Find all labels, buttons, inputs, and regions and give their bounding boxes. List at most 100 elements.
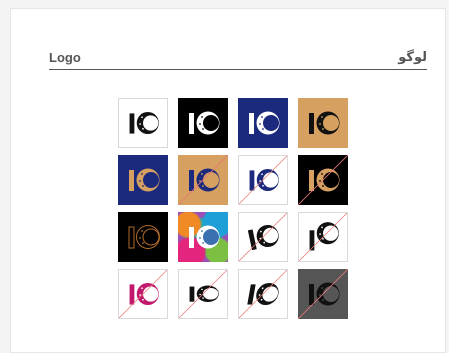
- logo-star-dot: [139, 294, 141, 296]
- incorrect-usage-slash: [298, 155, 348, 205]
- logo-star-dot: [201, 288, 203, 291]
- logo-star-dot: [321, 287, 323, 289]
- logo-mark-icon: [179, 270, 227, 318]
- logo-letter-i: [189, 227, 194, 248]
- logo-star-dot: [201, 230, 203, 232]
- logo-crescent-cutout: [143, 286, 159, 302]
- logo-star-dot: [319, 123, 321, 125]
- logo-star-dot: [141, 116, 143, 119]
- logo-magenta-on-white: [118, 269, 168, 319]
- logo-star-dot: [259, 180, 261, 182]
- logo-letter-i: [129, 113, 135, 134]
- logo-navy-on-white: [238, 155, 288, 205]
- logo-white-on-multicolor: [178, 212, 228, 262]
- logo-crescent-cutout: [323, 225, 339, 241]
- logo-crescent-cutout: [323, 286, 339, 302]
- logo-star-dot: [202, 297, 204, 299]
- logo-star-dot: [141, 230, 143, 232]
- logo-star-dot: [319, 180, 321, 182]
- logo-mark-icon: [298, 155, 348, 205]
- logo-mark-icon: [128, 225, 160, 249]
- logo-tan-on-navy: [118, 155, 168, 205]
- logo-guidelines-card: Logo لوگو: [10, 8, 446, 353]
- logo-stretched-variant: [238, 212, 288, 262]
- logo-letter-o: [136, 225, 160, 249]
- logo-mark-icon: [119, 270, 167, 318]
- logo-crescent-cutout: [203, 172, 219, 188]
- logo-mark-icon: [239, 156, 287, 204]
- incorrect-usage-slash: [239, 270, 287, 318]
- logo-star-dot: [199, 237, 201, 239]
- logo-star-dot: [322, 238, 324, 240]
- logo-letter-i: [309, 284, 314, 305]
- logo-star-dot: [322, 128, 324, 130]
- logo-white-on-black: [178, 98, 228, 148]
- logo-star-dot: [261, 116, 263, 118]
- logo-letter-i: [189, 170, 194, 191]
- logo-mark-icon: [129, 168, 160, 192]
- logo-crescent-cutout: [323, 115, 339, 131]
- incorrect-usage-slash: [239, 156, 287, 204]
- logo-crescent-cutout: [142, 228, 160, 246]
- logo-star-dot: [321, 226, 323, 229]
- logo-star-dot: [319, 294, 321, 296]
- logo-star-dot: [139, 237, 141, 239]
- logo-star-dot: [321, 173, 323, 175]
- logo-star-dot: [202, 128, 204, 130]
- logo-italic-variant: [238, 269, 288, 319]
- logo-star-dot: [322, 185, 324, 187]
- logo-mark-icon: [129, 111, 159, 135]
- logo-misaligned-variant: [298, 212, 348, 262]
- logo-white-on-white: [118, 98, 168, 148]
- logo-outline-on-black: [118, 212, 168, 262]
- logo-crescent-cutout: [263, 172, 279, 188]
- logo-white-on-navy: [238, 98, 288, 148]
- logo-letter-i: [129, 284, 135, 305]
- logo-letter-i: [309, 170, 314, 191]
- logo-star-dot: [142, 298, 144, 301]
- logo-letter-i: [309, 113, 314, 134]
- logo-mark-icon: [239, 270, 287, 318]
- logo-mark-icon: [189, 111, 220, 135]
- logo-star-dot: [261, 173, 263, 176]
- logo-star-dot: [199, 123, 201, 125]
- section-header: Logo لوگو: [49, 47, 427, 70]
- logo-crescent-cutout: [203, 115, 219, 131]
- logo-black-on-tan: [298, 98, 348, 148]
- logo-star-dot: [259, 123, 261, 125]
- logo-letter-i: [189, 113, 194, 134]
- logo-star-dot: [141, 173, 143, 175]
- logo-navy-on-tan: [178, 155, 228, 205]
- incorrect-usage-slash: [179, 270, 227, 318]
- logo-letter-i: [247, 229, 257, 251]
- logo-star-dot: [201, 173, 203, 175]
- logo-mark-icon: [299, 213, 347, 261]
- logo-star-dot: [262, 128, 264, 130]
- incorrect-usage-slash: [119, 270, 167, 318]
- logo-letter-i: [247, 284, 256, 305]
- logo-star-dot: [142, 185, 144, 187]
- logo-variants-grid: [118, 98, 350, 322]
- logo-crescent-cutout: [203, 288, 219, 300]
- logo-letter-i: [249, 113, 254, 134]
- logo-crescent-cutout: [323, 172, 339, 188]
- logo-star-dot: [202, 185, 204, 187]
- logo-star-dot: [262, 184, 264, 187]
- logo-crescent-cutout: [203, 229, 219, 245]
- logo-mark-icon: [249, 111, 280, 135]
- logo-crescent-cutout: [143, 172, 159, 188]
- incorrect-usage-slash: [299, 213, 347, 261]
- logo-tan-on-black: [298, 155, 348, 205]
- logo-star-dot: [139, 123, 141, 125]
- logo-star-dot: [321, 116, 323, 118]
- logo-crescent-cutout: [263, 115, 279, 131]
- logo-black-on-gray: [298, 269, 348, 319]
- logo-letter-i: [129, 170, 134, 191]
- incorrect-usage-slash: [239, 213, 287, 261]
- section-title-persian: لوگو: [398, 50, 427, 65]
- logo-mark-icon: [298, 269, 348, 319]
- section-title-english: Logo: [49, 50, 81, 65]
- logo-star-dot: [199, 180, 201, 182]
- logo-star-dot: [199, 293, 201, 296]
- logo-squashed-variant: [178, 269, 228, 319]
